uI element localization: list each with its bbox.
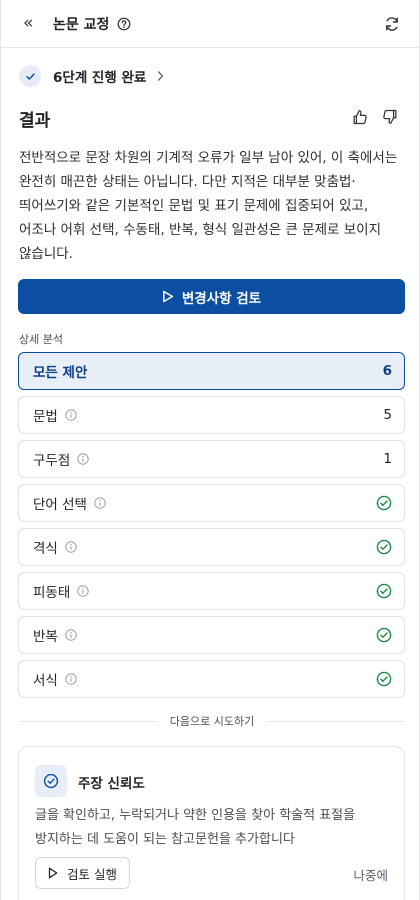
check-circle-icon	[376, 627, 392, 643]
proofreading-panel: « 논문 교정 6단계 진행 완료 결과 전반적으로 문장 차원의 기계적 오류…	[0, 0, 420, 900]
chevron-right-icon	[156, 70, 166, 82]
check-icon	[19, 65, 41, 87]
category-punctuation[interactable]: 구두점 1	[18, 440, 405, 478]
check-circle-icon	[376, 671, 392, 687]
info-icon[interactable]	[65, 629, 77, 641]
feedback-buttons	[351, 108, 399, 126]
result-summary: 전반적으로 문장 차원의 기계적 오류가 일부 남아 있어, 이 축에서는 완전…	[19, 150, 398, 262]
info-icon[interactable]	[77, 453, 89, 465]
info-icon[interactable]	[65, 409, 77, 421]
claim-credibility-card: 주장 신뢰도 글을 확인하고, 누락되거나 약한 인용을 찾아 학술적 표절을 …	[18, 746, 405, 900]
check-circle-icon	[376, 539, 392, 555]
thumbs-up-icon[interactable]	[351, 108, 369, 126]
category-formatting[interactable]: 서식	[18, 660, 405, 698]
category-count: 6	[382, 363, 392, 379]
result-title: 결과	[19, 111, 51, 131]
category-all-suggestions[interactable]: 모든 제안 6	[18, 352, 405, 390]
category-name: 모든 제안	[33, 365, 88, 381]
check-circle-icon	[376, 495, 392, 511]
info-icon[interactable]	[65, 541, 77, 553]
panel-header: « 논문 교정	[1, 0, 419, 48]
shield-check-icon	[35, 765, 67, 797]
category-name: 문법	[33, 409, 58, 425]
play-icon	[162, 290, 174, 303]
card-title: 주장 신뢰도	[78, 776, 145, 792]
help-icon[interactable]	[117, 17, 131, 31]
run-review-button[interactable]: 검토 실행	[35, 857, 130, 889]
category-name: 단어 선택	[33, 497, 87, 513]
category-grammar[interactable]: 문법 5	[18, 396, 405, 434]
review-changes-label: 변경사항 검토	[181, 290, 262, 307]
category-word-choice[interactable]: 단어 선택	[18, 484, 405, 522]
category-name: 피동태	[33, 585, 71, 601]
next-section-divider: 다음으로 시도하기	[19, 712, 405, 730]
later-link[interactable]: 나중에	[353, 865, 388, 884]
refresh-icon[interactable]	[383, 15, 401, 33]
step-label: 6단계 진행 완료	[53, 70, 147, 86]
analysis-section-label: 상세 분석	[19, 333, 63, 346]
info-icon[interactable]	[65, 673, 77, 685]
category-name: 구두점	[33, 453, 71, 469]
review-changes-button[interactable]: 변경사항 검토	[18, 279, 405, 314]
step-progress[interactable]: 6단계 진행 완료	[19, 62, 166, 90]
category-name: 서식	[33, 673, 58, 689]
category-passive-voice[interactable]: 피동태	[18, 572, 405, 610]
category-count: 5	[383, 407, 392, 423]
divider-label: 다음으로 시도하기	[169, 715, 255, 728]
thumbs-down-icon[interactable]	[381, 108, 399, 126]
run-review-label: 검토 실행	[67, 866, 117, 882]
divider-line	[266, 720, 405, 722]
check-circle-icon	[376, 583, 392, 599]
info-icon[interactable]	[77, 585, 89, 597]
card-description: 글을 확인하고, 누락되거나 약한 인용을 찾아 학술적 표절을 방지하는 데 …	[35, 808, 356, 847]
category-name: 격식	[33, 541, 58, 557]
panel-title: 논문 교정	[53, 16, 110, 33]
play-icon	[48, 867, 58, 879]
info-icon[interactable]	[94, 497, 106, 509]
category-formality[interactable]: 격식	[18, 528, 405, 566]
divider-line	[19, 720, 158, 722]
category-repetition[interactable]: 반복	[18, 616, 405, 654]
collapse-icon[interactable]: «	[23, 15, 43, 32]
category-name: 반복	[33, 629, 58, 645]
category-count: 1	[383, 451, 392, 467]
